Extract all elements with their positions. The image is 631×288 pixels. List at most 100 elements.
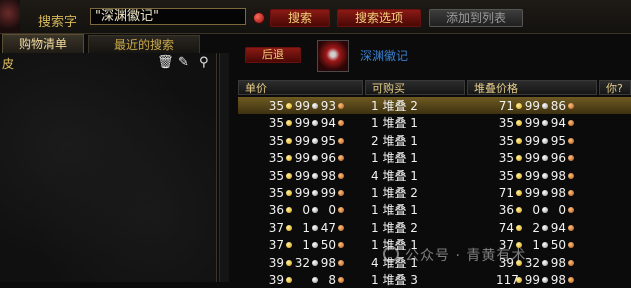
gold-coin-icon — [286, 207, 292, 214]
pencil-icon[interactable]: ✎ — [178, 55, 189, 70]
copper-coin-icon — [338, 155, 344, 162]
unit-gold-value: 36 — [268, 203, 284, 218]
gold-coin-icon — [286, 172, 292, 179]
silver-coin-icon — [542, 259, 548, 266]
back-button[interactable]: 后退 — [245, 47, 301, 63]
unit-silver-value: 99 — [294, 116, 310, 131]
table-row[interactable]: 39 8 1 堆叠 3 117 99 98 — [238, 271, 631, 288]
exact-match-toggle[interactable] — [253, 12, 265, 24]
unit-price: 37 1 47 — [266, 220, 346, 236]
stack-silver-value: 0 — [532, 203, 540, 218]
stack-silver-value: 2 — [532, 220, 540, 235]
unit-gold-value: 39 — [268, 273, 284, 287]
silver-coin-icon — [542, 155, 548, 162]
copper-coin-icon — [338, 172, 344, 179]
stack-copper-value: 98 — [550, 186, 566, 200]
stack-price: 35 99 98 — [496, 168, 576, 184]
stack-silver-value: 99 — [524, 151, 540, 166]
unit-silver-value: 1 — [302, 238, 310, 253]
trash-icon[interactable]: 🗑 — [157, 55, 174, 70]
unit-copper-value: 95 — [320, 133, 336, 148]
search-input[interactable] — [90, 8, 246, 25]
list-item[interactable]: 皮 — [2, 55, 14, 72]
gold-coin-icon — [516, 224, 522, 231]
table-row[interactable]: 35 99 98 4 堆叠 1 35 99 98 — [238, 167, 631, 184]
watermark: 公众号 · 青黄有术 — [405, 248, 527, 264]
scrollbar[interactable] — [219, 53, 229, 282]
unit-gold-value: 35 — [268, 99, 284, 113]
stack-price: 71 99 98 — [496, 185, 576, 201]
stack-copper-value: 95 — [550, 133, 566, 148]
silver-coin-icon — [542, 172, 548, 179]
table-row[interactable]: 35 99 96 1 堆叠 1 35 99 96 — [238, 149, 631, 166]
stack-gold-value: 71 — [498, 99, 514, 113]
unit-copper-value: 98 — [320, 255, 336, 270]
gold-coin-icon — [516, 207, 522, 214]
available-quantity: 1 堆叠 2 — [371, 220, 418, 235]
column-header-available[interactable]: 可购买 — [365, 80, 465, 95]
copper-coin-icon — [338, 207, 344, 214]
copper-coin-icon — [568, 137, 574, 144]
copper-coin-icon — [568, 259, 574, 266]
unit-copper-value: 8 — [328, 273, 336, 287]
column-header-unit-price[interactable]: 单价 — [238, 80, 363, 95]
unit-gold-value: 37 — [268, 220, 284, 235]
item-icon[interactable] — [317, 40, 349, 72]
unit-copper-value: 47 — [320, 220, 336, 235]
copper-coin-icon — [338, 259, 344, 266]
silver-coin-icon — [542, 120, 548, 127]
copper-coin-icon — [568, 155, 574, 162]
stack-price: 36 0 0 — [496, 202, 576, 218]
table-row[interactable]: 36 0 0 1 堆叠 1 36 0 0 — [238, 201, 631, 218]
search-label: 搜索字 — [38, 15, 78, 30]
available-quantity: 1 堆叠 3 — [371, 273, 418, 287]
copper-coin-icon — [338, 224, 344, 231]
table-row[interactable]: 35 99 95 2 堆叠 1 35 99 95 — [238, 132, 631, 149]
unit-copper-value: 50 — [320, 238, 336, 253]
unit-silver-value: 32 — [294, 255, 310, 270]
silver-coin-icon — [542, 103, 548, 109]
stack-gold-value: 35 — [498, 151, 514, 166]
tab-recent-searches[interactable]: 最近的搜索 — [88, 35, 200, 54]
copper-coin-icon — [568, 190, 574, 196]
unit-silver-value: 1 — [302, 220, 310, 235]
item-name[interactable]: 深渊徽记 — [360, 47, 408, 64]
gold-coin-icon — [516, 190, 522, 196]
tab-shopping-list[interactable]: 购物清单 — [2, 34, 84, 54]
available-quantity: 1 堆叠 2 — [371, 99, 418, 113]
table-row[interactable]: 37 1 47 1 堆叠 2 74 2 94 — [238, 219, 631, 236]
unit-gold-value: 35 — [268, 168, 284, 183]
copper-coin-icon — [338, 120, 344, 127]
search-options-button[interactable]: 搜索选项 — [337, 9, 421, 27]
unit-silver-value: 99 — [294, 99, 310, 113]
stack-price: 74 2 94 — [496, 220, 576, 236]
gold-coin-icon — [516, 137, 522, 144]
search-button[interactable]: 搜索 — [270, 9, 330, 27]
unit-silver-value: 99 — [294, 151, 310, 166]
copper-coin-icon — [568, 207, 574, 214]
copper-coin-icon — [568, 172, 574, 179]
stack-gold-value: 71 — [498, 186, 514, 200]
copper-coin-icon — [338, 242, 344, 249]
silver-coin-icon — [312, 259, 318, 266]
available-quantity: 1 堆叠 1 — [371, 116, 418, 131]
silver-coin-icon — [312, 242, 318, 249]
stack-silver-value: 99 — [524, 168, 540, 183]
table-row[interactable]: 35 99 93 1 堆叠 2 71 99 86 — [238, 97, 631, 114]
search-icon[interactable]: ⚲ — [199, 55, 209, 70]
silver-coin-icon — [542, 207, 548, 214]
gold-coin-icon — [286, 277, 292, 283]
available-quantity: 4 堆叠 1 — [371, 168, 418, 183]
column-header-stack-price[interactable]: 堆叠价格 — [467, 80, 597, 95]
add-to-list-button[interactable]: 添加到列表 — [429, 9, 523, 27]
column-header-you[interactable]: 你? — [599, 80, 631, 95]
silver-coin-icon — [542, 224, 548, 231]
table-row[interactable]: 35 99 94 1 堆叠 1 35 99 94 — [238, 114, 631, 131]
unit-silver-value: 0 — [302, 203, 310, 218]
available-quantity: 1 堆叠 1 — [371, 151, 418, 166]
silver-coin-icon — [312, 207, 318, 214]
stack-silver-value: 99 — [524, 116, 540, 131]
table-row[interactable]: 35 99 99 1 堆叠 2 71 99 98 — [238, 184, 631, 201]
copper-coin-icon — [568, 242, 574, 249]
silver-coin-icon — [312, 190, 318, 196]
